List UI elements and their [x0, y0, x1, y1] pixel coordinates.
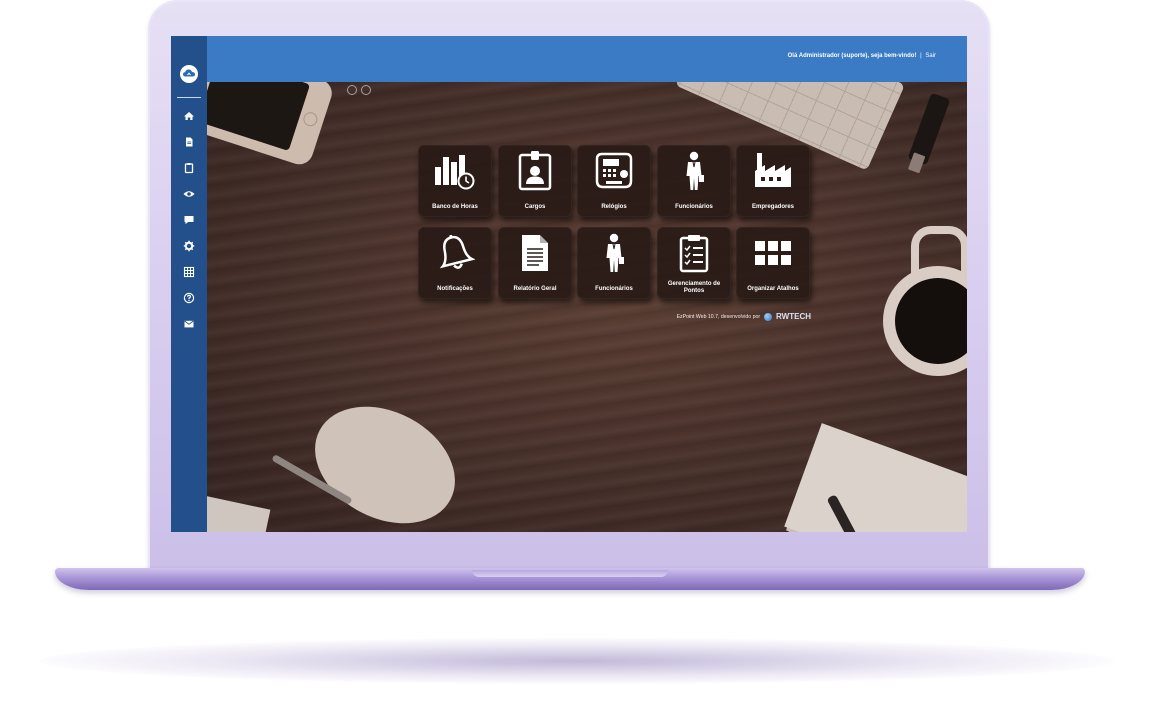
- app-logo[interactable]: [180, 65, 198, 83]
- id-badge-icon: [515, 151, 555, 191]
- decor-pins: [347, 82, 377, 95]
- time-clock-device-icon: [594, 151, 634, 191]
- tile-relatorio-geral[interactable]: Relatório Geral: [498, 227, 572, 299]
- laptop-shadow: [40, 638, 1114, 684]
- tile-notificacoes[interactable]: Notificações: [418, 227, 492, 299]
- sidebar-item-mail[interactable]: [182, 317, 196, 331]
- help-icon: [183, 292, 195, 304]
- tile-organizar-atalhos[interactable]: Organizar Atalhos: [736, 227, 810, 299]
- greeting-text: Olá Administrador (suporte), seja bem-vi…: [787, 53, 917, 59]
- employee-icon: [674, 151, 714, 191]
- tile-label: Relógios: [601, 204, 627, 210]
- tile-empregadores[interactable]: Empregadores: [736, 145, 810, 217]
- grid-icon: [753, 233, 793, 273]
- tile-label: Funcionários: [675, 204, 713, 210]
- report-document-icon: [515, 233, 555, 273]
- tile-label: Gerenciamento de Pontos: [667, 281, 721, 294]
- tile-relogios[interactable]: Relógios: [577, 145, 651, 217]
- credit-text: EzPoint Web 10.7, desenvolvido por: [676, 313, 761, 320]
- sidebar-item-help[interactable]: [182, 291, 196, 305]
- sidebar-item-view[interactable]: [182, 187, 196, 201]
- sidebar: [171, 36, 207, 532]
- tile-label: Organizar Atalhos: [747, 286, 799, 292]
- tile-banco-de-horas[interactable]: Banco de Horas: [418, 145, 492, 217]
- user-greeting-area: Olá Administrador (suporte), seja bem-vi…: [788, 53, 936, 59]
- tile-label: Empregadores: [751, 204, 794, 210]
- sidebar-divider: [177, 97, 201, 98]
- tile-label: Cargos: [524, 204, 546, 210]
- cloud-icon: [183, 69, 195, 77]
- table-icon: [183, 266, 195, 278]
- greeting-separator: |: [920, 53, 922, 59]
- chat-icon: [184, 216, 194, 225]
- sidebar-item-clipboard[interactable]: [182, 161, 196, 175]
- tile-funcionarios[interactable]: Funcionários: [657, 145, 731, 217]
- decor-coffee-mug: [883, 226, 967, 376]
- decor-mouse: [294, 383, 476, 532]
- tile-funcionarios-2[interactable]: Funcionários: [577, 227, 651, 299]
- factory-icon: [753, 151, 793, 191]
- tile-label: Funcionários: [595, 286, 633, 292]
- mail-icon: [184, 320, 194, 328]
- rwtech-logo-icon: [763, 312, 772, 321]
- logout-link[interactable]: Sair: [925, 53, 936, 59]
- decor-papers: [784, 423, 967, 532]
- sidebar-item-settings[interactable]: [182, 239, 196, 253]
- checklist-icon: [674, 233, 714, 273]
- tile-label: Relatório Geral: [513, 286, 557, 292]
- top-bar: Olá Administrador (suporte), seja bem-vi…: [207, 36, 967, 82]
- footer-credit: EzPoint Web 10.7, desenvolvido por RWTEC…: [631, 312, 811, 321]
- tile-cargos[interactable]: Cargos: [498, 145, 572, 217]
- bar-chart-clock-icon: [435, 151, 475, 191]
- brand-name[interactable]: RWTECH: [776, 312, 811, 321]
- sidebar-item-home[interactable]: [182, 109, 196, 123]
- tile-label: Notificações: [437, 286, 473, 292]
- tile-label: Banco de Horas: [432, 204, 478, 210]
- sidebar-item-messages[interactable]: [182, 213, 196, 227]
- app-screen: Olá Administrador (suporte), seja bem-vi…: [171, 36, 967, 532]
- tile-gerenciamento-de-pontos[interactable]: Gerenciamento de Pontos: [657, 227, 731, 299]
- sidebar-item-documents[interactable]: [182, 135, 196, 149]
- eye-icon: [183, 191, 195, 197]
- laptop-notch: [472, 570, 668, 577]
- bell-icon: [435, 233, 475, 273]
- gear-icon: [183, 240, 195, 252]
- document-icon: [186, 137, 193, 147]
- clipboard-icon: [184, 163, 194, 174]
- home-icon: [184, 112, 194, 120]
- sidebar-item-grid[interactable]: [182, 265, 196, 279]
- decor-usb-drive: [907, 92, 951, 174]
- employee-icon: [594, 233, 634, 273]
